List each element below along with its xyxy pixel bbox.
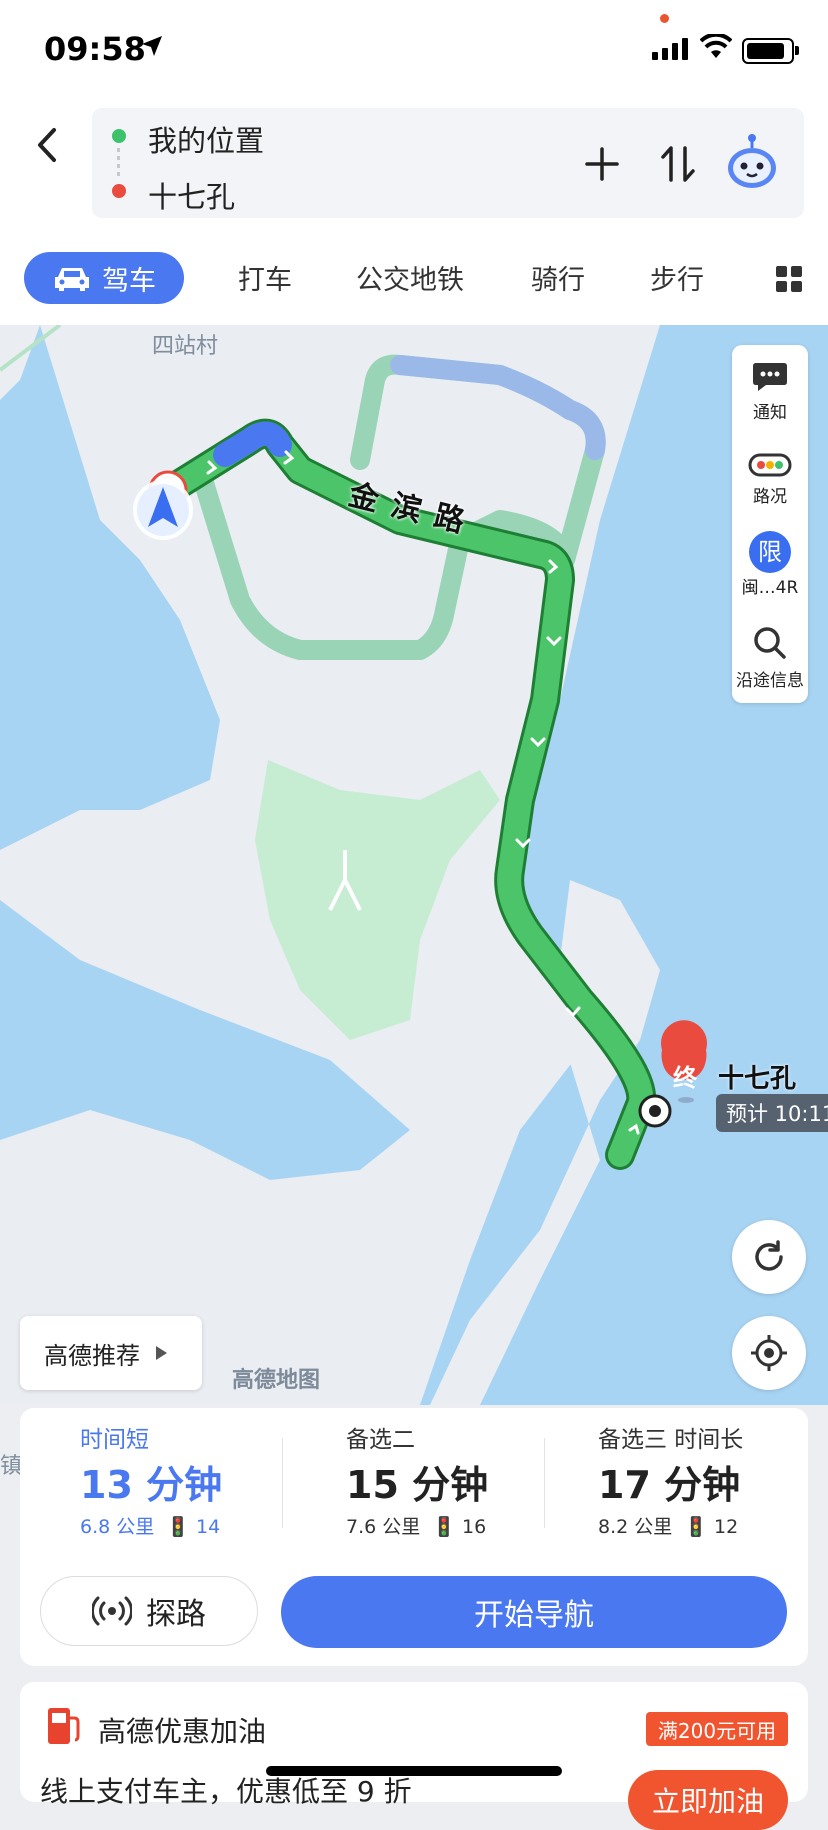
route-option-tag: 备选三 时间长 — [598, 1427, 744, 1453]
edge-place-label: 镇 — [0, 1454, 23, 1479]
route-option-lights: 14 — [196, 1516, 221, 1538]
along-route-info-button[interactable]: 沿途信息 — [732, 625, 808, 691]
tab-drive-label: 驾车 — [102, 265, 156, 297]
main-route-slow-segment — [213, 421, 292, 467]
destination-map-label: 十七孔 — [718, 1064, 797, 1094]
tab-walking[interactable]: 步行 — [650, 258, 704, 297]
location-arrow-icon — [142, 36, 162, 56]
explore-route-button[interactable]: 探路 — [40, 1576, 258, 1646]
signal-icon — [652, 38, 688, 60]
route-option-meta: 7.6 公里 🚦 16 — [346, 1512, 486, 1539]
broadcast-icon — [92, 1596, 132, 1626]
route-option-distance: 8.2 公里 — [598, 1516, 673, 1538]
route-option-2[interactable]: 备选二 15 分钟 7.6 公里 🚦 16 — [282, 1408, 544, 1558]
refresh-icon — [755, 1240, 783, 1271]
route-option-lights: 12 — [714, 1516, 739, 1538]
recording-dot-icon — [660, 14, 669, 23]
traffic-light-small-icon: 🚦 — [432, 1516, 456, 1538]
destination-dot-icon — [112, 184, 126, 198]
car-icon — [55, 268, 89, 291]
start-navigation-button[interactable]: 开始导航 — [281, 1576, 787, 1648]
route-option-distance: 6.8 公里 — [80, 1516, 155, 1538]
fuel-subtitle: 线上支付车主，优惠低至 9 折 — [40, 1775, 412, 1808]
route-option-tag: 备选二 — [346, 1427, 415, 1453]
tab-drive[interactable]: 驾车 — [24, 252, 184, 304]
search-icon — [754, 627, 786, 659]
back-arrow-icon[interactable] — [28, 120, 68, 170]
play-triangle-icon — [156, 1346, 167, 1360]
route-option-meta: 6.8 公里 🚦 14 — [80, 1512, 220, 1539]
locate-me-button[interactable] — [732, 1316, 806, 1390]
battery-icon — [742, 38, 794, 64]
route-end-point-center — [649, 1105, 661, 1117]
route-option-distance: 7.6 公里 — [346, 1516, 421, 1538]
restriction-label: 闽…4R — [741, 578, 799, 598]
fuel-now-button[interactable]: 立即加油 — [628, 1770, 788, 1830]
land-area-corner — [0, 325, 40, 400]
battery-tip — [795, 46, 799, 55]
gas-station-icon — [48, 1708, 80, 1744]
traffic-button[interactable]: 路况 — [732, 453, 808, 507]
origin-dot-icon — [112, 129, 126, 143]
route-option-tag: 时间短 — [80, 1427, 149, 1453]
status-time: 09:58 — [44, 30, 146, 68]
place-label: 四站村 — [152, 334, 219, 359]
origin-field[interactable]: 我的位置 — [148, 118, 264, 160]
recommend-label: 高德推荐 — [44, 1341, 140, 1370]
restriction-icon: 限 — [749, 531, 791, 573]
eta-badge: 预计 10:11 — [716, 1094, 828, 1132]
route-option-meta: 8.2 公里 🚦 12 — [598, 1512, 738, 1539]
route-option-time: 13 分钟 — [80, 1463, 223, 1507]
more-grid-icon[interactable] — [776, 266, 802, 292]
notification-label: 通知 — [753, 403, 787, 423]
traffic-light-small-icon: 🚦 — [684, 1516, 708, 1538]
restriction-button[interactable]: 限 闽…4R — [732, 531, 808, 598]
explore-label: 探路 — [146, 1597, 206, 1632]
fuel-badge: 满200元可用 — [646, 1712, 788, 1746]
wifi-icon — [700, 34, 732, 58]
route-option-time: 15 分钟 — [346, 1463, 489, 1507]
gaode-recommend-button[interactable]: 高德推荐 — [20, 1316, 202, 1390]
route-option-3[interactable]: 备选三 时间长 17 分钟 8.2 公里 🚦 12 — [544, 1408, 806, 1558]
chat-icon — [753, 363, 787, 391]
home-indicator[interactable] — [266, 1766, 562, 1776]
crosshair-icon — [751, 1335, 787, 1371]
fuel-title: 高德优惠加油 — [98, 1715, 267, 1748]
traffic-light-small-icon: 🚦 — [166, 1516, 190, 1538]
notification-button[interactable]: 通知 — [732, 361, 808, 423]
route-option-time: 17 分钟 — [598, 1463, 741, 1507]
map-side-panel: 通知 路况 限 闽…4R 沿途信息 — [732, 345, 808, 703]
map-watermark: 高德地图 — [232, 1368, 321, 1393]
route-connector — [117, 148, 120, 176]
refresh-button[interactable] — [732, 1220, 806, 1294]
tab-cycling[interactable]: 骑行 — [531, 258, 585, 297]
traffic-light-icon — [748, 453, 792, 477]
tab-transit[interactable]: 公交地铁 — [356, 258, 464, 297]
plus-icon[interactable] — [584, 146, 620, 182]
swap-icon[interactable] — [658, 144, 698, 184]
assistant-robot-icon[interactable] — [724, 132, 780, 190]
traffic-label: 路况 — [753, 487, 787, 507]
route-option-lights: 16 — [462, 1516, 487, 1538]
along-route-info-label: 沿途信息 — [736, 671, 804, 691]
end-pin-label: 终 — [673, 1064, 697, 1092]
end-pin-shadow — [678, 1097, 694, 1103]
destination-field[interactable]: 十七孔 — [148, 174, 235, 216]
tab-taxi[interactable]: 打车 — [238, 258, 292, 297]
route-option-1[interactable]: 时间短 13 分钟 6.8 公里 🚦 14 — [20, 1408, 282, 1558]
